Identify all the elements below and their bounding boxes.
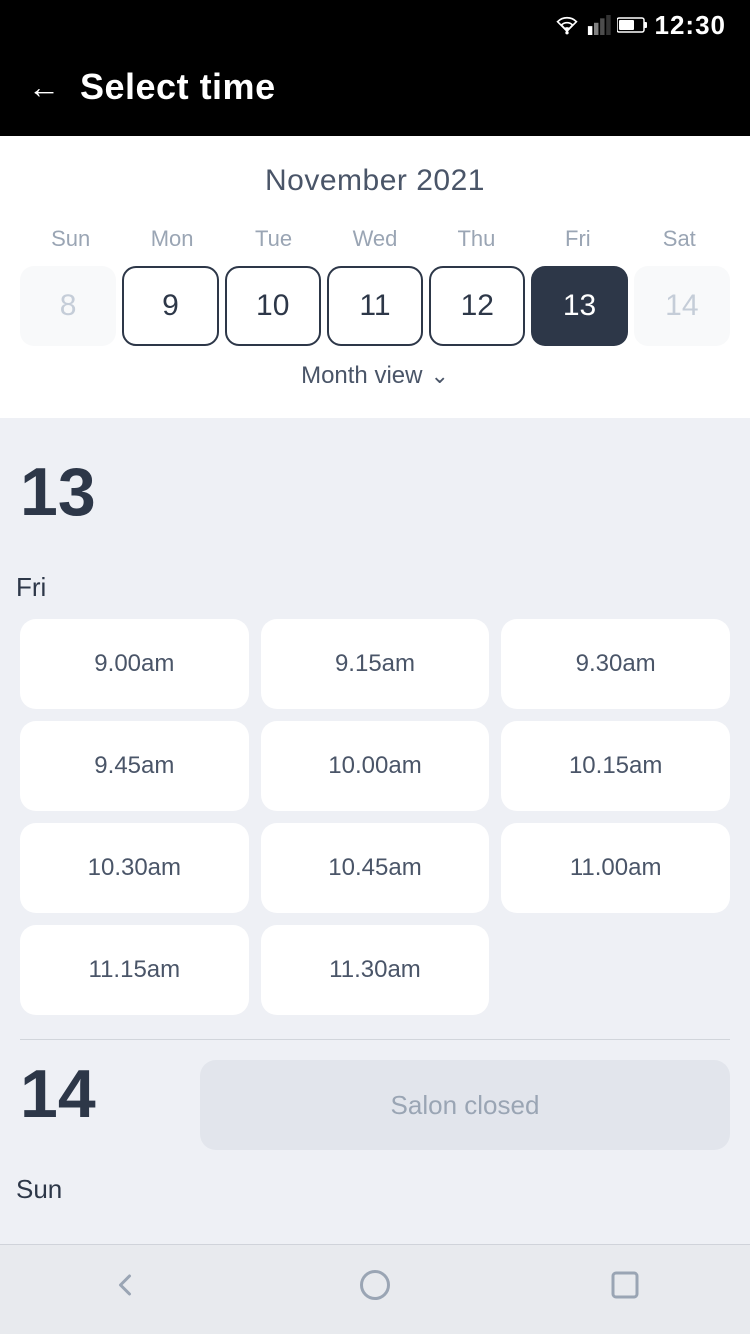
date-9[interactable]: 9 [122, 266, 218, 346]
month-view-label: Month view [301, 362, 422, 390]
chevron-down-icon: ⌄ [430, 363, 448, 389]
day-number-14: 14 [20, 1060, 110, 1128]
back-nav-icon [107, 1267, 143, 1303]
timeslot-1000[interactable]: 10.00am [261, 721, 490, 811]
date-12[interactable]: 12 [429, 266, 525, 346]
timeslot-945[interactable]: 9.45am [20, 721, 249, 811]
timeslot-915[interactable]: 9.15am [261, 619, 490, 709]
salon-closed-message: Salon closed [200, 1060, 730, 1150]
date-11[interactable]: 11 [327, 266, 423, 346]
date-14[interactable]: 14 [634, 266, 730, 346]
day-name-fri: Fri [16, 572, 46, 603]
timeslot-1030[interactable]: 10.30am [20, 823, 249, 913]
day-section-14: 14 Sun Salon closed [20, 1040, 730, 1229]
date-13[interactable]: 13 [531, 266, 627, 346]
nav-home-button[interactable] [350, 1260, 400, 1310]
timeslots-section: 13 Fri 9.00am 9.15am 9.30am 9.45am 10.00… [0, 418, 750, 1244]
signal-icon [587, 15, 611, 35]
day-name-sun: Sun [16, 1174, 62, 1205]
nav-recent-button[interactable] [600, 1260, 650, 1310]
day-info-14: 14 Sun [20, 1060, 110, 1205]
nav-back-button[interactable] [100, 1260, 150, 1310]
timeslot-1045[interactable]: 10.45am [261, 823, 490, 913]
battery-icon [617, 16, 649, 34]
status-icons: 12:30 [553, 10, 727, 41]
weekday-sat: Sat [629, 222, 730, 256]
weekday-tue: Tue [223, 222, 324, 256]
wifi-icon [553, 15, 581, 35]
timeslots-grid-13: 9.00am 9.15am 9.30am 9.45am 10.00am 10.1… [20, 619, 730, 1015]
date-10[interactable]: 10 [225, 266, 321, 346]
timeslot-1100[interactable]: 11.00am [501, 823, 730, 913]
timeslot-1015[interactable]: 10.15am [501, 721, 730, 811]
timeslot-1130[interactable]: 11.30am [261, 925, 490, 1015]
weekday-fri: Fri [527, 222, 628, 256]
home-nav-icon [357, 1267, 393, 1303]
header: ← Select time [0, 50, 750, 136]
day-header-13: 13 Fri [20, 438, 730, 619]
status-bar: 12:30 [0, 0, 750, 50]
timeslot-930[interactable]: 9.30am [501, 619, 730, 709]
month-view-toggle[interactable]: Month view ⌄ [20, 346, 730, 398]
day-number-13: 13 [20, 458, 110, 526]
page-title: Select time [80, 66, 276, 108]
status-time: 12:30 [655, 10, 727, 41]
recent-nav-icon [607, 1267, 643, 1303]
salon-closed-wrapper: Salon closed [110, 1060, 730, 1150]
weekday-sun: Sun [20, 222, 121, 256]
day-section-13: 13 Fri 9.00am 9.15am 9.30am 9.45am 10.00… [20, 438, 730, 1015]
calendar-section: November 2021 Sun Mon Tue Wed Thu Fri Sa… [0, 136, 750, 418]
salon-closed-content: 14 Sun Salon closed [20, 1060, 730, 1205]
timeslot-1115[interactable]: 11.15am [20, 925, 249, 1015]
bottom-navigation [0, 1244, 750, 1334]
weekday-thu: Thu [426, 222, 527, 256]
week-days-row: Sun Mon Tue Wed Thu Fri Sat [20, 222, 730, 256]
month-year-label: November 2021 [20, 164, 730, 198]
timeslot-900[interactable]: 9.00am [20, 619, 249, 709]
back-button[interactable]: ← [28, 71, 60, 103]
weekday-wed: Wed [324, 222, 425, 256]
date-8[interactable]: 8 [20, 266, 116, 346]
weekday-mon: Mon [121, 222, 222, 256]
week-dates-row: 8 9 10 11 12 13 14 [20, 266, 730, 346]
day-info-13: 13 Fri [20, 458, 110, 603]
